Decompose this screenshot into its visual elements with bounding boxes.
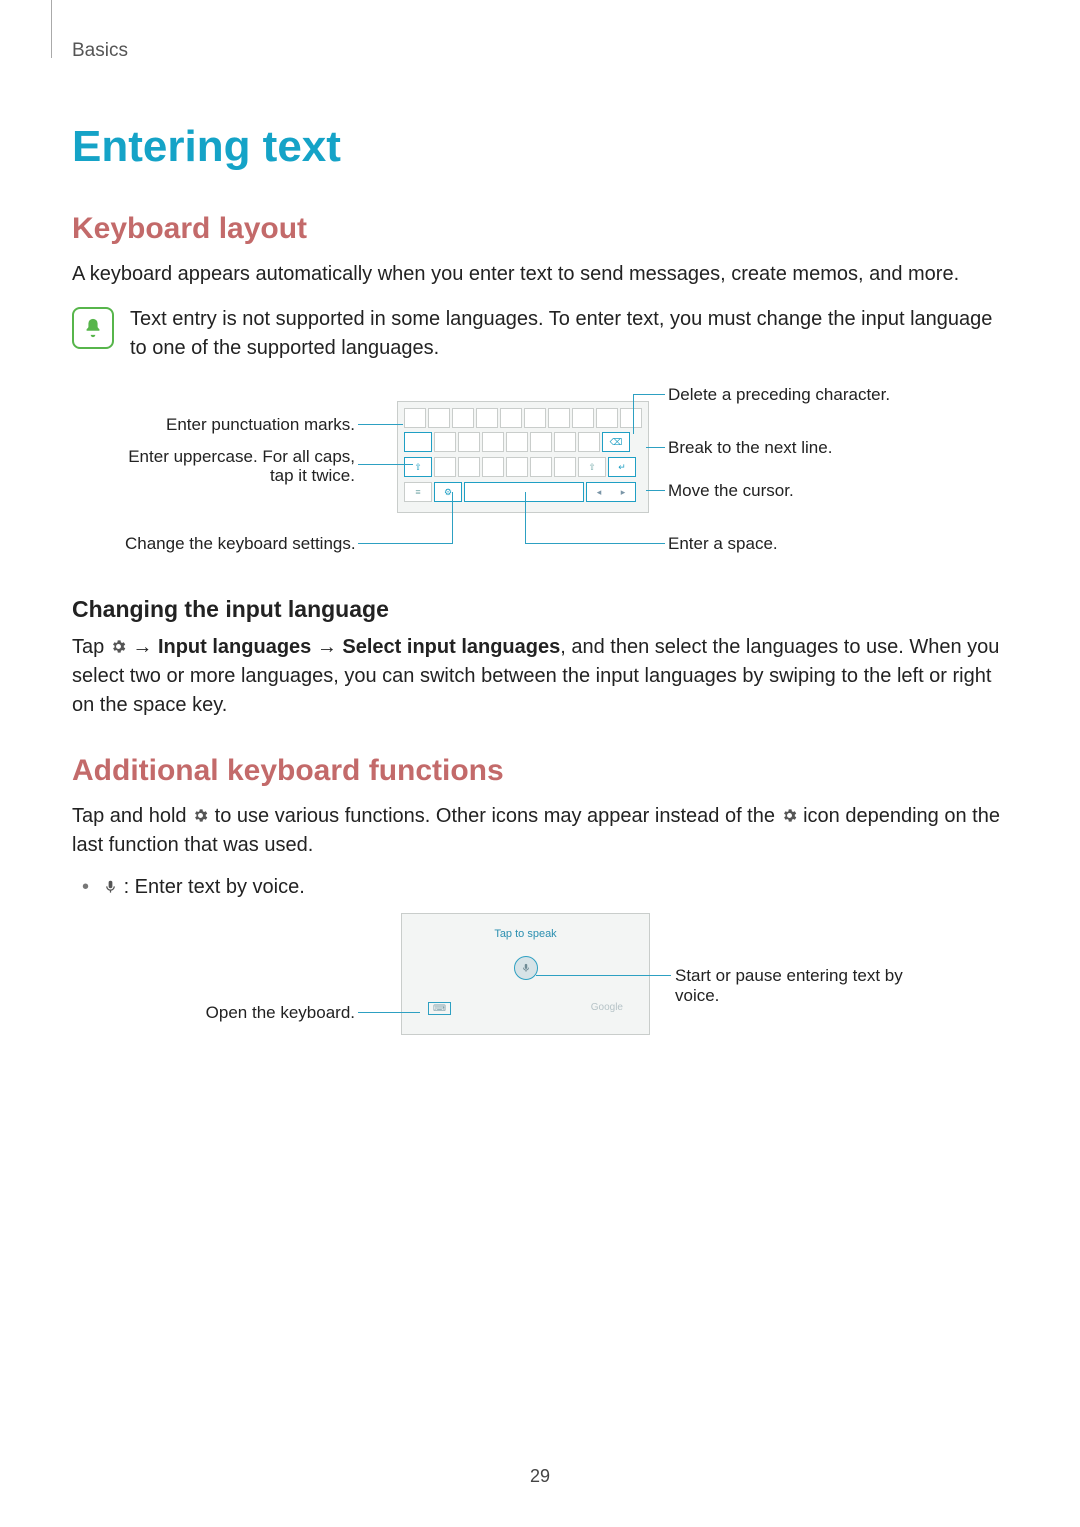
callout-shift-l2: tap it twice. (125, 466, 355, 486)
gear-icon (781, 804, 798, 821)
additional-body: Tap and hold to use various functions. O… (72, 802, 1008, 860)
callout-delete: Delete a preceding character. (668, 385, 890, 405)
microphone-icon (103, 878, 118, 896)
voice-screen: Tap to speak ⌨ Google (401, 913, 650, 1035)
voice-brand: Google (591, 1002, 623, 1015)
text: → (127, 636, 158, 658)
voice-mic-button (514, 956, 538, 980)
text: to use various functions. Other icons ma… (209, 805, 780, 827)
section-keyboard-title: Keyboard layout (72, 212, 1008, 246)
gear-icon (110, 635, 127, 652)
voice-diagram: Tap to speak ⌨ Google Open the keyboard.… (125, 913, 955, 1048)
note-bell-icon (72, 307, 114, 349)
callout-start-voice-l1: Start or pause entering text by (675, 966, 903, 986)
voice-title: Tap to speak (402, 914, 649, 940)
header-rule (51, 0, 52, 58)
changing-body: Tap → Input languages → Select input lan… (72, 633, 1008, 720)
callout-space: Enter a space. (668, 534, 778, 554)
section-additional-title: Additional keyboard functions (72, 754, 1008, 788)
voice-keyboard-icon: ⌨ (428, 1002, 451, 1015)
callout-shift-l1: Enter uppercase. For all caps, (125, 447, 355, 467)
page-title: Entering text (72, 122, 1008, 172)
bullet-voice-text: : Enter text by voice. (118, 876, 305, 898)
bold-input-languages: Input languages (158, 636, 311, 658)
bullet-dot: • (82, 876, 89, 899)
callout-enter: Break to the next line. (668, 438, 832, 458)
changing-title: Changing the input language (72, 596, 1008, 623)
note-block: Text entry is not supported in some lang… (72, 305, 1008, 363)
callout-settings: Change the keyboard settings. (125, 534, 355, 554)
text: → (311, 636, 342, 658)
text: Tap (72, 636, 110, 658)
gear-icon (192, 804, 209, 821)
section-keyboard-desc: A keyboard appears automatically when yo… (72, 260, 1008, 289)
keyboard-screen: ⌫ ⇧ ⇧ ↵ ≡ ⚙ ◂▸ (397, 401, 649, 513)
callout-open-keyboard: Open the keyboard. (125, 1003, 355, 1023)
keyboard-diagram: ⌫ ⇧ ⇧ ↵ ≡ ⚙ ◂▸ Enter punctuation marks. … (125, 391, 955, 566)
callout-cursor: Move the cursor. (668, 481, 794, 501)
bullet-voice: • : Enter text by voice. (82, 876, 1008, 899)
callout-start-voice-l2: voice. (675, 986, 719, 1006)
text: Tap and hold (72, 805, 192, 827)
note-text: Text entry is not supported in some lang… (130, 305, 1008, 363)
page-number: 29 (0, 1466, 1080, 1487)
callout-punct: Enter punctuation marks. (125, 415, 355, 435)
bold-select-input-languages: Select input languages (342, 636, 560, 658)
running-head: Basics (72, 40, 1008, 62)
